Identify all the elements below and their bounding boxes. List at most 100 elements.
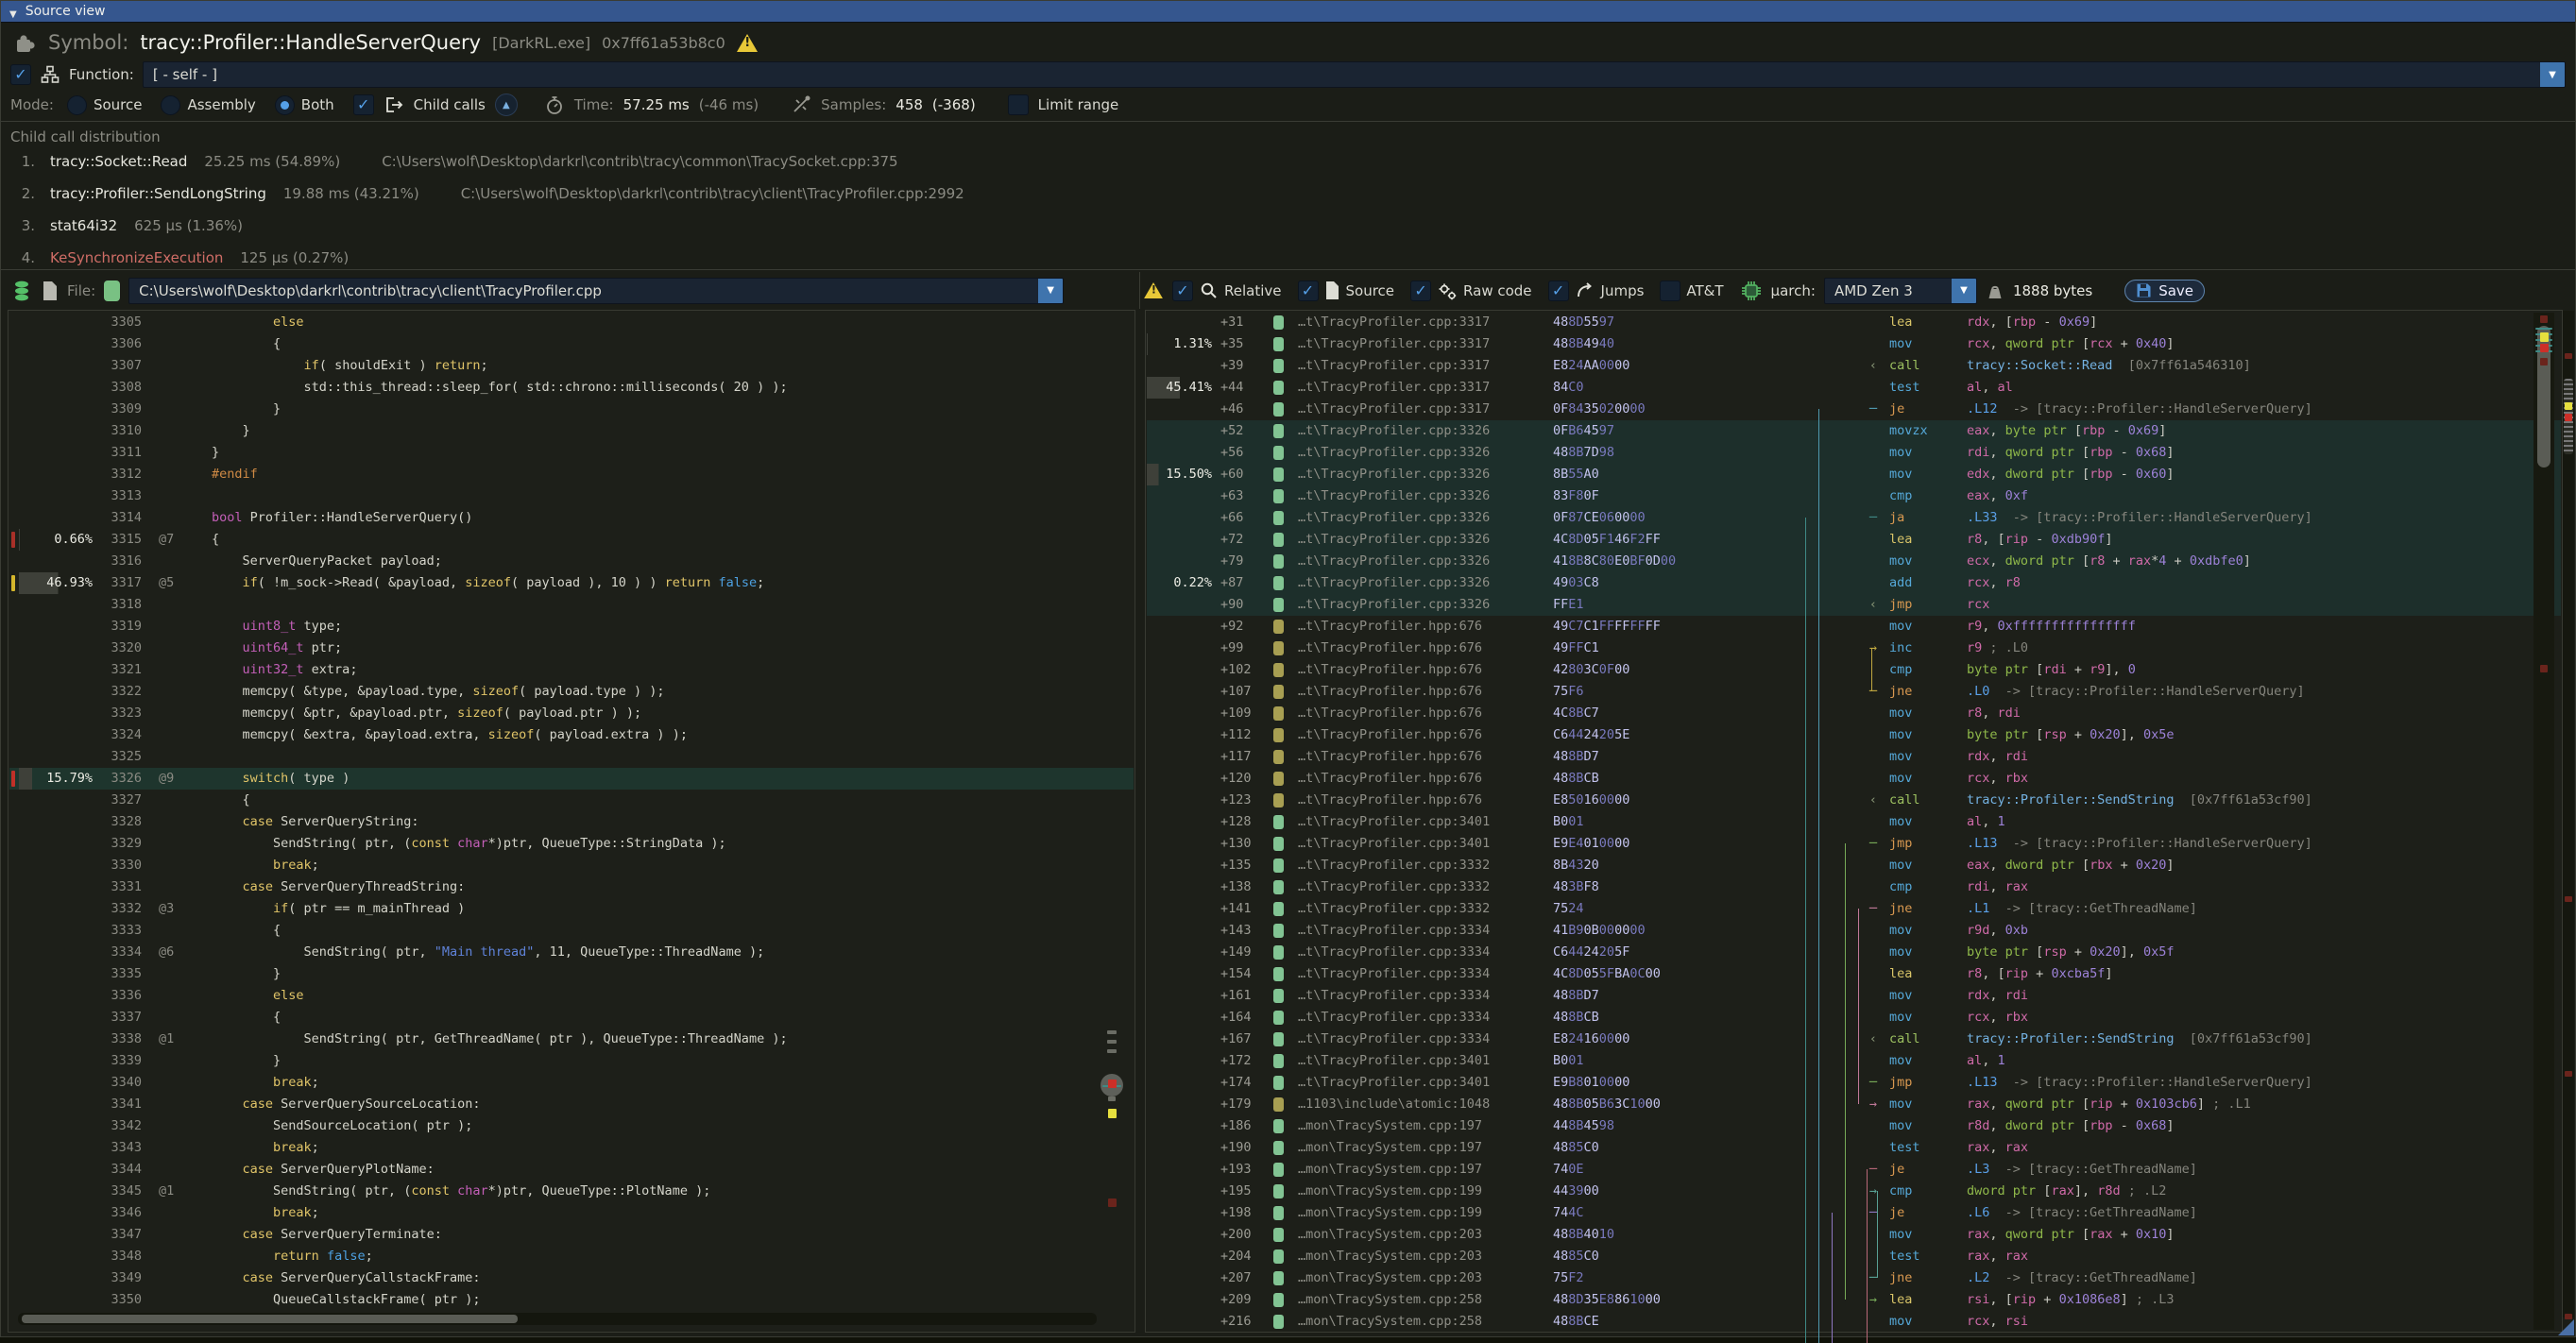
mode-radio-source[interactable]: Source: [67, 95, 143, 115]
asm-instruction-row[interactable]: +193…mon\TracySystem.cpp:197740E─je.L3 -…: [1147, 1159, 2561, 1181]
asm-instruction-row[interactable]: +138…t\TracyProfiler.cpp:3332483BF8cmprd…: [1147, 876, 2561, 898]
source-line-row[interactable]: 3341 case ServerQuerySourceLocation:: [9, 1094, 1134, 1115]
asm-instruction-row[interactable]: +141…t\TracyProfiler.cpp:33327524─jne.L1…: [1147, 898, 2561, 920]
asm-instruction-row[interactable]: +99…t\TracyProfiler.hpp:67649FFC1→incr9 …: [1147, 638, 2561, 659]
jumps-checkbox[interactable]: [1548, 280, 1569, 301]
asm-instruction-row[interactable]: +209…mon\TracySystem.cpp:258488D35E88610…: [1147, 1289, 2561, 1311]
source-line-row[interactable]: 3327 {: [9, 790, 1134, 811]
radio-icon[interactable]: [67, 95, 87, 115]
asm-instruction-row[interactable]: +39…t\TracyProfiler.cpp:3317E824AA0000‹c…: [1147, 355, 2561, 377]
source-line-row[interactable]: 3332@3 if( ptr == m_mainThread ): [9, 898, 1134, 920]
chevron-down-icon[interactable]: [2540, 62, 2565, 87]
asm-instruction-row[interactable]: +204…mon\TracySystem.cpp:2034885C0testra…: [1147, 1246, 2561, 1267]
source-line-row[interactable]: 3306 {: [9, 333, 1134, 355]
asm-instruction-row[interactable]: +112…t\TracyProfiler.hpp:676C64424205Emo…: [1147, 724, 2561, 746]
child-call-row[interactable]: 2.tracy::Profiler::SendLongString19.88 m…: [10, 178, 2575, 210]
asm-instruction-row[interactable]: +130…t\TracyProfiler.cpp:3401E9E4010000─…: [1147, 833, 2561, 855]
file-combo[interactable]: C:\Users\wolf\Desktop\darkrl\contrib\tra…: [128, 278, 1064, 304]
source-line-row[interactable]: 15.79%3326@9 switch( type ): [9, 768, 1134, 790]
source-line-row[interactable]: 3335 }: [9, 963, 1134, 985]
uarch-combo[interactable]: AMD Zen 3: [1824, 278, 1977, 304]
asm-instruction-row[interactable]: +107…t\TracyProfiler.hpp:67675F6─jne.L0 …: [1147, 681, 2561, 703]
asm-instruction-row[interactable]: +56…t\TracyProfiler.cpp:3326488B7D98movr…: [1147, 442, 2561, 464]
source-line-row[interactable]: 3329 SendString( ptr, (const char*)ptr, …: [9, 833, 1134, 855]
att-toggle[interactable]: AT&T: [1660, 280, 1723, 301]
asm-instruction-row[interactable]: +63…t\TracyProfiler.cpp:332683F80Fcmpeax…: [1147, 485, 2561, 507]
source-line-row[interactable]: 3307 if( shouldExit ) return;: [9, 355, 1134, 377]
att-checkbox[interactable]: [1660, 280, 1680, 301]
asm-instruction-row[interactable]: +143…t\TracyProfiler.cpp:333441B90B00000…: [1147, 920, 2561, 942]
asm-instruction-row[interactable]: +154…t\TracyProfiler.cpp:33344C8D055FBA0…: [1147, 963, 2561, 985]
source-line-row[interactable]: 0.66%3315@7{: [9, 529, 1134, 551]
relative-checkbox[interactable]: [1172, 280, 1193, 301]
source-line-row[interactable]: 3338@1 SendString( ptr, GetThreadName( p…: [9, 1028, 1134, 1050]
asm-instruction-row[interactable]: +52…t\TracyProfiler.cpp:33260FB64597movz…: [1147, 420, 2561, 442]
source-line-row[interactable]: 3331 case ServerQueryThreadString:: [9, 876, 1134, 898]
asm-instruction-row[interactable]: +174…t\TracyProfiler.cpp:3401E9B8010000─…: [1147, 1072, 2561, 1094]
source-line-row[interactable]: 3330 break;: [9, 855, 1134, 876]
source-checkbox[interactable]: [1298, 280, 1319, 301]
source-line-row[interactable]: 3321 uint32_t extra;: [9, 659, 1134, 681]
source-line-row[interactable]: 3348 return false;: [9, 1246, 1134, 1267]
source-line-row[interactable]: 46.93%3317@5 if( !m_sock->Read( &payload…: [9, 572, 1134, 594]
window-titlebar[interactable]: Source view: [1, 1, 2575, 23]
source-line-row[interactable]: 3336 else: [9, 985, 1134, 1007]
source-line-row[interactable]: 3314bool Profiler::HandleServerQuery(): [9, 507, 1134, 529]
asm-instruction-row[interactable]: +31…t\TracyProfiler.cpp:3317488D5597lear…: [1147, 312, 2561, 333]
source-line-row[interactable]: 3309 }: [9, 399, 1134, 420]
source-line-row[interactable]: 3318: [9, 594, 1134, 616]
source-line-row[interactable]: 3347 case ServerQueryTerminate:: [9, 1224, 1134, 1246]
collapse-up-button[interactable]: [495, 94, 518, 116]
mode-radio-both[interactable]: Both: [275, 95, 334, 115]
child-call-row[interactable]: 1.tracy::Socket::Read25.25 ms (54.89%)C:…: [10, 145, 2575, 178]
asm-instruction-row[interactable]: +186…mon\TracySystem.cpp:197448B4598movr…: [1147, 1115, 2561, 1137]
source-line-row[interactable]: 3339 }: [9, 1050, 1134, 1072]
source-line-row[interactable]: 3343 break;: [9, 1137, 1134, 1159]
source-line-row[interactable]: 3320 uint64_t ptr;: [9, 638, 1134, 659]
source-line-row[interactable]: 3324 memcpy( &extra, &payload.extra, siz…: [9, 724, 1134, 746]
jumps-toggle[interactable]: Jumps: [1548, 280, 1645, 301]
assembly-scrollbar[interactable]: [2533, 313, 2554, 1330]
asm-instruction-row[interactable]: +66…t\TracyProfiler.cpp:33260F87CE060000…: [1147, 507, 2561, 529]
asm-instruction-row[interactable]: +200…mon\TracySystem.cpp:203488B4010movr…: [1147, 1224, 2561, 1246]
raw-code-toggle[interactable]: Raw code: [1410, 280, 1532, 301]
child-call-row[interactable]: 4.KeSynchronizeExecution125 μs (0.27%): [10, 242, 2575, 268]
asm-instruction-row[interactable]: 45.41%+44…t\TracyProfiler.cpp:331784C0te…: [1147, 377, 2561, 399]
limit-range-checkbox[interactable]: [1008, 94, 1029, 115]
source-line-row[interactable]: 3310 }: [9, 420, 1134, 442]
function-checkbox[interactable]: [10, 64, 31, 85]
source-line-row[interactable]: 3345@1 SendString( ptr, (const char*)ptr…: [9, 1181, 1134, 1202]
child-calls-checkbox[interactable]: [353, 94, 374, 115]
asm-instruction-row[interactable]: +167…t\TracyProfiler.cpp:3334E824160000‹…: [1147, 1028, 2561, 1050]
asm-instruction-row[interactable]: +207…mon\TracySystem.cpp:20375F2─jne.L2 …: [1147, 1267, 2561, 1289]
window-scrollbar[interactable]: [2563, 311, 2574, 1318]
asm-instruction-row[interactable]: +46…t\TracyProfiler.cpp:33170F8435020000…: [1147, 399, 2561, 420]
asm-instruction-row[interactable]: +179…1103\include\atomic:1048488B05B63C1…: [1147, 1094, 2561, 1115]
asm-instruction-row[interactable]: +128…t\TracyProfiler.cpp:3401B001moval, …: [1147, 811, 2561, 833]
source-line-row[interactable]: 3350 QueueCallstackFrame( ptr );: [9, 1289, 1134, 1311]
asm-instruction-row[interactable]: 15.50%+60…t\TracyProfiler.cpp:33268B55A0…: [1147, 464, 2561, 485]
asm-instruction-row[interactable]: +216…mon\TracySystem.cpp:258488BCEmovrcx…: [1147, 1311, 2561, 1331]
source-line-row[interactable]: 3312#endif: [9, 464, 1134, 485]
asm-instruction-row[interactable]: +123…t\TracyProfiler.hpp:676E850160000‹c…: [1147, 790, 2561, 811]
source-horizontal-scrollbar[interactable]: [18, 1313, 1097, 1325]
source-line-row[interactable]: 3305 else: [9, 312, 1134, 333]
resize-grip[interactable]: [2558, 1319, 2574, 1335]
source-scrollbar[interactable]: [1102, 311, 1123, 1313]
radio-icon[interactable]: [161, 95, 180, 115]
asm-instruction-row[interactable]: +172…t\TracyProfiler.cpp:3401B001moval, …: [1147, 1050, 2561, 1072]
asm-instruction-row[interactable]: 1.31%+35…t\TracyProfiler.cpp:3317488B494…: [1147, 333, 2561, 355]
source-line-row[interactable]: 3344 case ServerQueryPlotName:: [9, 1159, 1134, 1181]
source-line-row[interactable]: 3316 ServerQueryPacket payload;: [9, 551, 1134, 572]
asm-instruction-row[interactable]: +120…t\TracyProfiler.hpp:676488BCBmovrcx…: [1147, 768, 2561, 790]
source-line-row[interactable]: 3325: [9, 746, 1134, 768]
raw-code-checkbox[interactable]: [1410, 280, 1431, 301]
chevron-down-icon[interactable]: [1952, 279, 1976, 303]
asm-instruction-row[interactable]: +195…mon\TracySystem.cpp:199443900→cmpdw…: [1147, 1181, 2561, 1202]
source-line-row[interactable]: 3346 break;: [9, 1202, 1134, 1224]
asm-instruction-row[interactable]: +149…t\TracyProfiler.cpp:3334C64424205Fm…: [1147, 942, 2561, 963]
source-line-row[interactable]: 3342 SendSourceLocation( ptr );: [9, 1115, 1134, 1137]
source-line-row[interactable]: 3334@6 SendString( ptr, "Main thread", 1…: [9, 942, 1134, 963]
save-button[interactable]: Save: [2124, 280, 2205, 302]
collapse-triangle-icon[interactable]: [9, 3, 17, 21]
